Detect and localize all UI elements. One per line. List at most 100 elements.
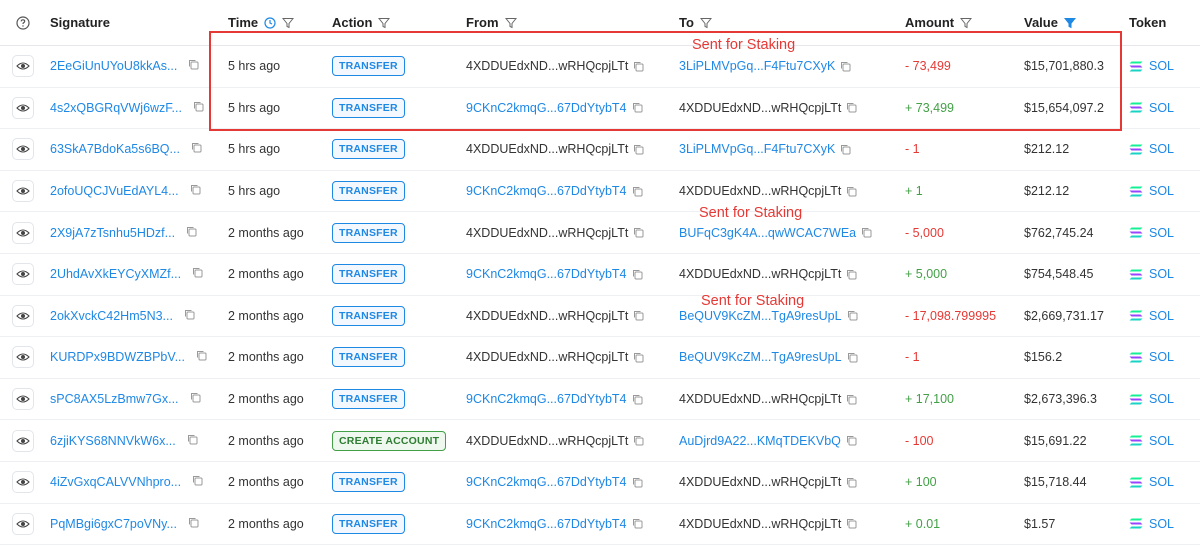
view-details-button[interactable]	[12, 180, 34, 203]
view-details-button[interactable]	[12, 512, 34, 535]
token-cell[interactable]: SOL	[1129, 184, 1174, 198]
copy-icon[interactable]	[632, 477, 643, 488]
token-cell[interactable]: SOL	[1129, 517, 1174, 531]
filter-icon[interactable]	[699, 17, 712, 29]
signature-link[interactable]: 2okXvckC42Hm5N3...	[50, 309, 173, 323]
copy-icon[interactable]	[633, 61, 644, 72]
question-circle-icon[interactable]	[16, 16, 30, 30]
token-symbol[interactable]: SOL	[1149, 434, 1174, 448]
filter-icon[interactable]	[960, 17, 973, 29]
view-details-button[interactable]	[12, 138, 34, 161]
copy-icon[interactable]	[633, 310, 644, 321]
token-symbol[interactable]: SOL	[1149, 184, 1174, 198]
copy-icon[interactable]	[193, 101, 204, 112]
token-symbol[interactable]: SOL	[1149, 226, 1174, 240]
token-symbol[interactable]: SOL	[1149, 59, 1174, 73]
to-address[interactable]: 3LiPLMVpGq...F4Ftu7CXyK	[679, 142, 835, 156]
token-symbol[interactable]: SOL	[1149, 517, 1174, 531]
token-symbol[interactable]: SOL	[1149, 475, 1174, 489]
copy-icon[interactable]	[846, 435, 857, 446]
filter-icon[interactable]	[282, 17, 295, 29]
signature-link[interactable]: 2ofoUQCJVuEdAYL4...	[50, 184, 179, 198]
view-details-button[interactable]	[12, 96, 34, 119]
signature-link[interactable]: 6zjiKYS68NNVkW6x...	[50, 434, 176, 448]
token-cell[interactable]: SOL	[1129, 101, 1174, 115]
view-details-button[interactable]	[12, 221, 34, 244]
copy-icon[interactable]	[632, 186, 643, 197]
signature-link[interactable]: 2X9jA7zTsnhu5HDzf...	[50, 226, 175, 240]
signature-link[interactable]: 2UhdAvXkEYCyXMZf...	[50, 267, 181, 281]
signature-link[interactable]: 4s2xQBGRqVWj6wzF...	[50, 101, 182, 115]
copy-icon[interactable]	[187, 434, 198, 445]
token-symbol[interactable]: SOL	[1149, 101, 1174, 115]
view-details-button[interactable]	[12, 388, 34, 411]
copy-icon[interactable]	[846, 102, 857, 113]
copy-icon[interactable]	[188, 59, 199, 70]
filter-icon[interactable]	[378, 17, 391, 29]
from-address[interactable]: 9CKnC2kmqG...67DdYtybT4	[466, 392, 627, 406]
token-cell[interactable]: SOL	[1129, 267, 1174, 281]
token-cell[interactable]: SOL	[1129, 309, 1174, 323]
copy-icon[interactable]	[191, 142, 202, 153]
copy-icon[interactable]	[196, 350, 207, 361]
copy-icon[interactable]	[190, 184, 201, 195]
view-details-button[interactable]	[12, 471, 34, 494]
copy-icon[interactable]	[633, 352, 644, 363]
to-address[interactable]: BUFqC3gK4A...qwWCAC7WEa	[679, 226, 856, 240]
copy-icon[interactable]	[632, 394, 643, 405]
token-cell[interactable]: SOL	[1129, 434, 1174, 448]
signature-link[interactable]: 4iZvGxqCALVVNhpro...	[50, 475, 181, 489]
token-symbol[interactable]: SOL	[1149, 267, 1174, 281]
filter-active-icon[interactable]	[1063, 17, 1076, 29]
filter-icon[interactable]	[504, 17, 517, 29]
token-symbol[interactable]: SOL	[1149, 392, 1174, 406]
to-address[interactable]: 3LiPLMVpGq...F4Ftu7CXyK	[679, 59, 835, 73]
token-cell[interactable]: SOL	[1129, 142, 1174, 156]
from-address[interactable]: 9CKnC2kmqG...67DdYtybT4	[466, 101, 627, 115]
from-address[interactable]: 9CKnC2kmqG...67DdYtybT4	[466, 267, 627, 281]
signature-link[interactable]: sPC8AX5LzBmw7Gx...	[50, 392, 179, 406]
copy-icon[interactable]	[846, 394, 857, 405]
copy-icon[interactable]	[846, 477, 857, 488]
signature-link[interactable]: 2EeGiUnUYoU8kkAs...	[50, 59, 177, 73]
copy-icon[interactable]	[632, 518, 643, 529]
token-cell[interactable]: SOL	[1129, 475, 1174, 489]
copy-icon[interactable]	[633, 435, 644, 446]
copy-icon[interactable]	[632, 102, 643, 113]
view-details-button[interactable]	[12, 429, 34, 452]
copy-icon[interactable]	[846, 269, 857, 280]
signature-link[interactable]: PqMBgi6gxC7poVNy...	[50, 517, 177, 531]
copy-icon[interactable]	[192, 267, 203, 278]
token-cell[interactable]: SOL	[1129, 350, 1174, 364]
to-address[interactable]: BeQUV9KcZM...TgA9resUpL	[679, 350, 842, 364]
signature-link[interactable]: KURDPx9BDWZBPbV...	[50, 350, 185, 364]
view-details-button[interactable]	[12, 304, 34, 327]
from-address[interactable]: 9CKnC2kmqG...67DdYtybT4	[466, 475, 627, 489]
token-cell[interactable]: SOL	[1129, 392, 1174, 406]
copy-icon[interactable]	[633, 227, 644, 238]
token-symbol[interactable]: SOL	[1149, 142, 1174, 156]
copy-icon[interactable]	[861, 227, 872, 238]
token-symbol[interactable]: SOL	[1149, 350, 1174, 364]
copy-icon[interactable]	[840, 61, 851, 72]
copy-icon[interactable]	[186, 226, 197, 237]
view-details-button[interactable]	[12, 55, 34, 78]
signature-link[interactable]: 63SkA7BdoKa5s6BQ...	[50, 142, 180, 156]
copy-icon[interactable]	[846, 518, 857, 529]
copy-icon[interactable]	[184, 309, 195, 320]
copy-icon[interactable]	[847, 310, 858, 321]
to-address[interactable]: BeQUV9KcZM...TgA9resUpL	[679, 309, 842, 323]
copy-icon[interactable]	[840, 144, 851, 155]
token-symbol[interactable]: SOL	[1149, 309, 1174, 323]
view-details-button[interactable]	[12, 346, 34, 369]
copy-icon[interactable]	[188, 517, 199, 528]
token-cell[interactable]: SOL	[1129, 226, 1174, 240]
copy-icon[interactable]	[846, 186, 857, 197]
from-address[interactable]: 9CKnC2kmqG...67DdYtybT4	[466, 184, 627, 198]
view-details-button[interactable]	[12, 263, 34, 286]
token-cell[interactable]: SOL	[1129, 59, 1174, 73]
copy-icon[interactable]	[847, 352, 858, 363]
copy-icon[interactable]	[190, 392, 201, 403]
copy-icon[interactable]	[633, 144, 644, 155]
copy-icon[interactable]	[192, 475, 203, 486]
